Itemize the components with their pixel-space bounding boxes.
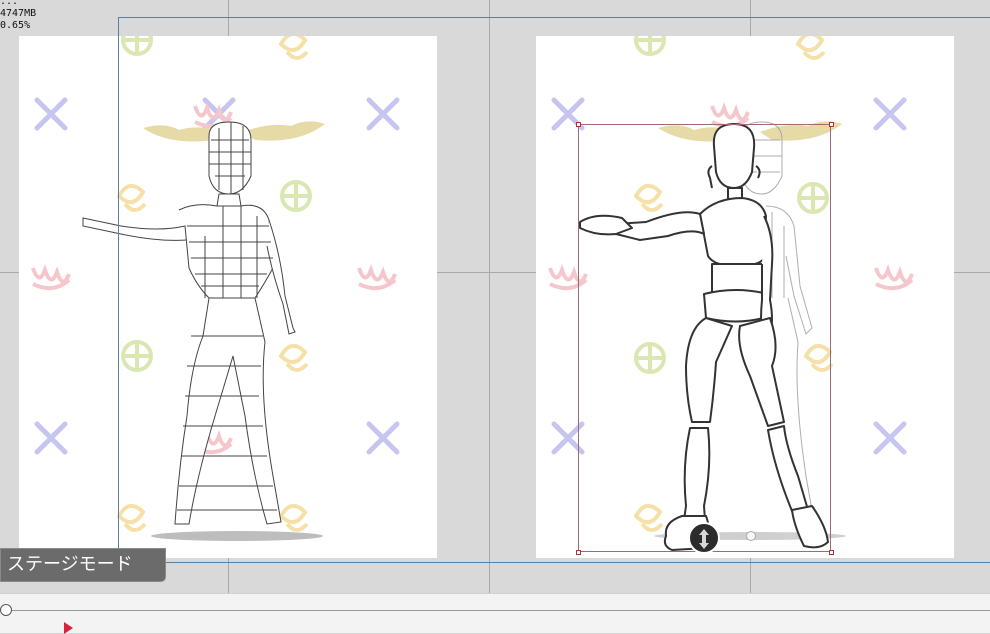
timeline-bar[interactable] <box>0 593 990 633</box>
playhead-marker-icon[interactable] <box>64 622 73 634</box>
selection-handle-top-right[interactable] <box>829 122 834 127</box>
left-page-art <box>31 36 400 541</box>
stage-mode-badge[interactable]: ステージモード <box>0 548 166 582</box>
pivot-point-icon[interactable] <box>746 531 756 541</box>
selection-handle-top-left[interactable] <box>576 122 581 127</box>
grid-line <box>489 0 490 593</box>
ground-shadow <box>151 531 323 541</box>
memory-usage: 4747MB <box>0 8 37 19</box>
mesh-figure <box>82 121 296 525</box>
selection-handle-bottom-left[interactable] <box>576 550 581 555</box>
antler-right <box>243 121 325 141</box>
selection-box[interactable] <box>578 124 831 552</box>
selection-handle-bottom-right[interactable] <box>829 550 834 555</box>
debug-line1: ... <box>0 0 19 7</box>
debug-info: ... 4747MB 0.65% <box>0 0 36 32</box>
rotate-gizmo-icon[interactable] <box>688 522 720 554</box>
timeline-scrubber[interactable] <box>0 604 12 616</box>
left-page[interactable] <box>19 36 437 558</box>
zoom-level: 0.65% <box>0 20 31 31</box>
timeline-track[interactable] <box>6 610 990 611</box>
workspace[interactable]: ... 4747MB 0.65% <box>0 0 990 593</box>
